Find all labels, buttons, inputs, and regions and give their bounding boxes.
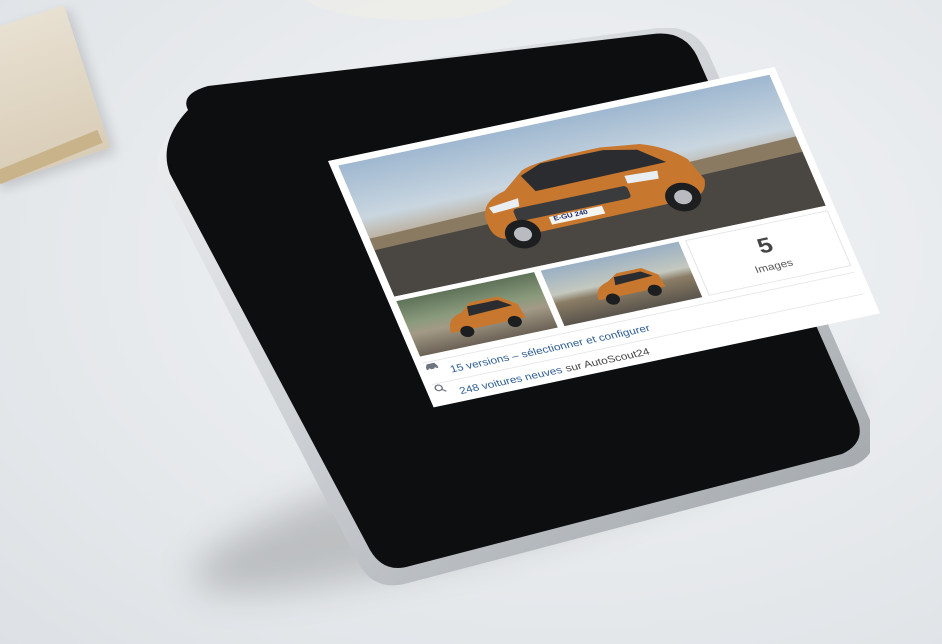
search-icon: [434, 384, 454, 396]
smartphone: E-GU 240 5 Images 15 versions – sélectio…: [140, 28, 881, 588]
background-cup: [300, 0, 520, 20]
car-icon: [425, 362, 445, 374]
photo-scene: E-GU 240 5 Images 15 versions – sélectio…: [0, 0, 942, 644]
